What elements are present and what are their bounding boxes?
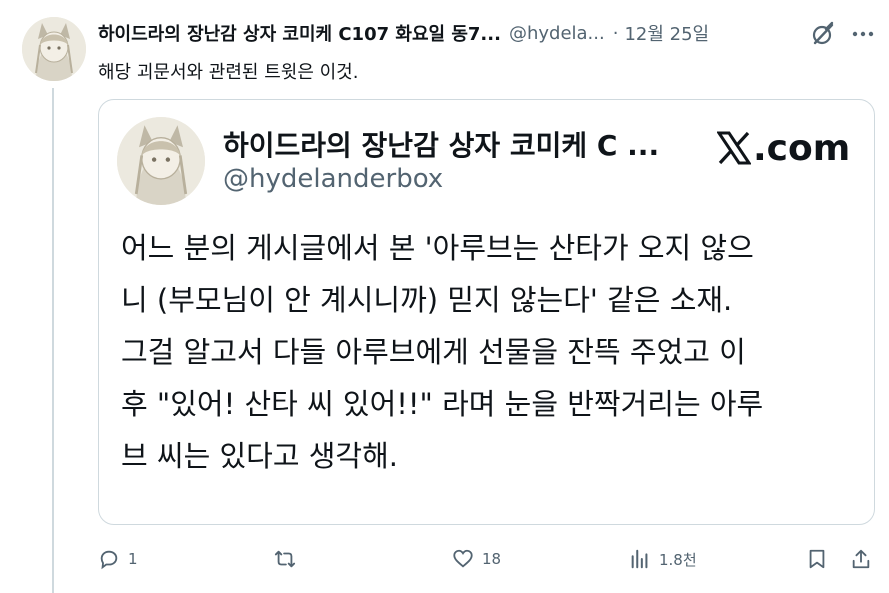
author-display-name[interactable]: 하이드라의 장난감 상자 코미케 C107 화요일 동7... bbox=[98, 20, 501, 46]
repost-button[interactable] bbox=[274, 542, 304, 576]
post-timestamp[interactable]: 12월 25일 bbox=[624, 20, 709, 46]
xcom-logo: .com bbox=[717, 126, 850, 170]
embedded-tweet-card[interactable]: 하이드라의 장난감 상자 코미케 C ... @hydelanderbox .c… bbox=[98, 99, 875, 525]
post-header: 하이드라의 장난감 상자 코미케 C107 화요일 동7... @hydela.… bbox=[98, 20, 889, 46]
like-count: 18 bbox=[482, 550, 502, 568]
thread-line bbox=[52, 88, 54, 593]
card-body-line: 브 씨는 있다고 생각해. bbox=[121, 439, 398, 473]
views-icon bbox=[631, 549, 648, 569]
action-bar: 1 18 1.8천 bbox=[98, 542, 889, 576]
bookmark-button[interactable] bbox=[806, 542, 828, 576]
card-author-avatar bbox=[117, 117, 205, 205]
separator-dot: · bbox=[612, 22, 619, 44]
card-body-text: 어느 분의 게시글에서 본 '아루브는 산타가 오지 않으 니 (부모님이 안 … bbox=[121, 222, 763, 482]
xcom-site-text: .com bbox=[753, 127, 851, 169]
reply-icon bbox=[100, 550, 118, 570]
more-options-icon[interactable] bbox=[850, 21, 876, 47]
post-text: 해당 괴문서와 관련된 트윗은 이것. bbox=[98, 62, 359, 83]
card-body-line: 그걸 알고서 다들 아루브에게 선물을 잔뜩 주었고 이 bbox=[121, 335, 746, 369]
views-count: 1.8천 bbox=[659, 550, 697, 569]
card-author-display-name: 하이드라의 장난감 상자 코미케 C ... bbox=[223, 129, 660, 162]
views-button[interactable]: 1.8천 bbox=[629, 542, 697, 576]
card-body-line: 니 (부모님이 안 계시니까) 믿지 않는다' 같은 소재. bbox=[121, 283, 733, 317]
card-body-line: 후 "있어! 산타 씨 있어!!" 라며 눈을 반짝거리는 아루 bbox=[121, 387, 764, 421]
heart-icon bbox=[453, 549, 473, 568]
share-button[interactable] bbox=[850, 542, 872, 576]
grok-icon[interactable] bbox=[810, 21, 836, 47]
share-icon bbox=[852, 549, 870, 569]
bookmark-icon bbox=[809, 549, 825, 569]
x-logo-icon bbox=[717, 131, 751, 165]
author-handle[interactable]: @hydela... bbox=[509, 23, 605, 44]
card-author-handle: @hydelanderbox bbox=[223, 164, 444, 194]
reply-button[interactable]: 1 bbox=[98, 542, 138, 576]
author-avatar[interactable] bbox=[22, 17, 86, 81]
repost-icon bbox=[274, 550, 296, 568]
reply-count: 1 bbox=[128, 550, 138, 568]
card-body-line: 어느 분의 게시글에서 본 '아루브는 산타가 오지 않으 bbox=[121, 231, 754, 265]
post: 하이드라의 장난감 상자 코미케 C107 화요일 동7... @hydela.… bbox=[0, 0, 889, 593]
like-button[interactable]: 18 bbox=[452, 542, 501, 576]
